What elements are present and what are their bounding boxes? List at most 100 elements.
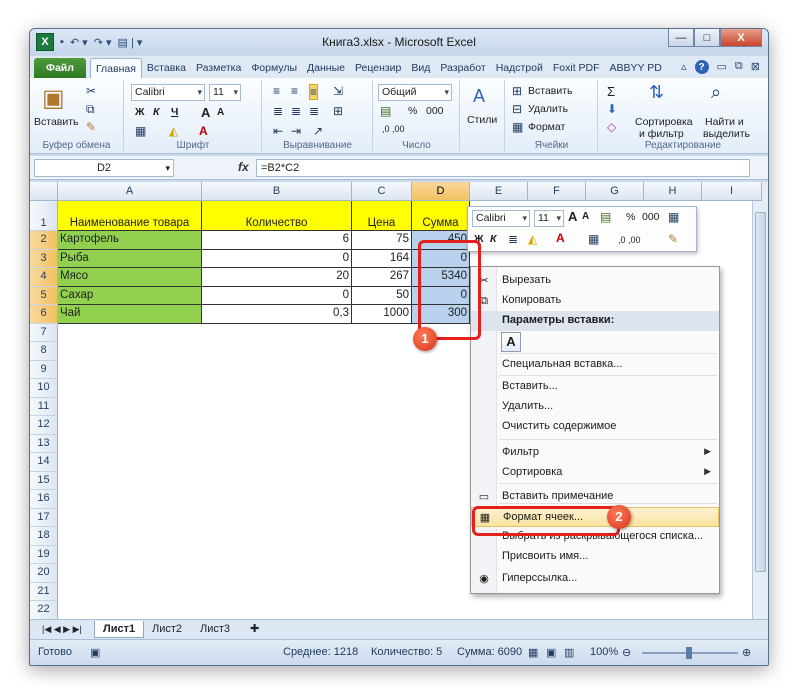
- context-menu-item-14[interactable]: ◉ Гиперссылка...: [471, 569, 719, 589]
- context-menu-item-10[interactable]: ▭ Вставить примечание: [471, 487, 719, 507]
- row-header-7[interactable]: 7: [30, 323, 58, 342]
- context-menu-item-9[interactable]: Сортировка ▶: [471, 463, 719, 483]
- cell-B1[interactable]: Количество: [202, 201, 352, 231]
- format-cells-icon[interactable]: ▦: [512, 120, 523, 134]
- formula-input[interactable]: =B2*C2: [256, 159, 750, 177]
- column-header-C[interactable]: C: [352, 182, 412, 201]
- mini-currency-icon[interactable]: ▤: [600, 210, 611, 224]
- align-center-icon[interactable]: ≣: [291, 104, 301, 118]
- find-select-label[interactable]: Найти и: [705, 116, 744, 128]
- mini-size-combo[interactable]: 11: [534, 210, 564, 227]
- close-button[interactable]: X: [720, 29, 762, 47]
- row-header-13[interactable]: 13: [30, 434, 58, 453]
- sort-filter-icon[interactable]: ⇅: [649, 82, 664, 103]
- mini-fill-color-icon[interactable]: ◭: [528, 232, 537, 246]
- column-header-I[interactable]: I: [702, 182, 762, 201]
- tab-review[interactable]: Рецензир: [350, 58, 406, 78]
- cell-A3[interactable]: Рыба: [58, 249, 202, 268]
- view-pagebreak-icon[interactable]: ▥: [564, 646, 574, 659]
- format-painter-icon[interactable]: ✎: [86, 120, 96, 134]
- context-menu-item-1[interactable]: ⧉ Копировать: [471, 291, 719, 311]
- shrink-font-button[interactable]: A: [217, 107, 224, 118]
- sort-filter-label[interactable]: Сортировка: [635, 116, 693, 128]
- find-select-icon[interactable]: ⌕: [711, 82, 721, 103]
- tab-page-layout[interactable]: Разметка: [191, 58, 246, 78]
- fill-color-icon[interactable]: ◭: [169, 124, 178, 138]
- zoom-slider-thumb[interactable]: [686, 647, 692, 659]
- context-menu-item-3[interactable]: A: [471, 331, 719, 353]
- cell-A2[interactable]: Картофель: [58, 231, 202, 250]
- cell-C3[interactable]: 164: [352, 249, 412, 268]
- row-header-10[interactable]: 10: [30, 379, 58, 398]
- tab-developer[interactable]: Разработ: [435, 58, 490, 78]
- zoom-in-icon[interactable]: ⊕: [742, 646, 751, 659]
- cell-B2[interactable]: 6: [202, 231, 352, 250]
- column-header-E[interactable]: E: [470, 182, 528, 201]
- percent-button[interactable]: %: [408, 105, 417, 117]
- row-header-3[interactable]: 3: [30, 249, 58, 268]
- align-bottom-icon[interactable]: ≡: [309, 84, 319, 100]
- scrollbar-thumb[interactable]: [755, 212, 766, 572]
- doc-minimize-icon[interactable]: ▭: [717, 60, 727, 74]
- mini-font-combo[interactable]: Calibri: [472, 210, 530, 227]
- row-header-6[interactable]: 6: [30, 305, 58, 324]
- decrease-indent-icon[interactable]: ⇤: [273, 124, 283, 138]
- mini-italic-button[interactable]: К: [490, 233, 496, 245]
- row-header-21[interactable]: 21: [30, 582, 58, 601]
- bold-button[interactable]: Ж: [135, 106, 145, 118]
- cell-A1[interactable]: Наименование товара: [58, 201, 202, 231]
- borders-icon[interactable]: ▦: [135, 124, 146, 138]
- vertical-scrollbar[interactable]: [752, 182, 768, 619]
- row-header-20[interactable]: 20: [30, 564, 58, 583]
- tab-abbyy-pdf[interactable]: ABBYY PD: [605, 58, 667, 78]
- font-color-icon[interactable]: A: [199, 124, 208, 138]
- tab-file[interactable]: Файл: [34, 58, 86, 78]
- autosum-button[interactable]: Σ: [607, 84, 615, 99]
- row-header-12[interactable]: 12: [30, 416, 58, 435]
- mini-align-center-icon[interactable]: ≣: [508, 232, 518, 246]
- insert-cells-icon[interactable]: ⊞: [512, 84, 522, 98]
- font-size-combo[interactable]: 11: [209, 84, 241, 101]
- row-header-11[interactable]: 11: [30, 397, 58, 416]
- cell-B4[interactable]: 20: [202, 268, 352, 287]
- view-normal-icon[interactable]: ▦: [528, 646, 538, 659]
- row-header-16[interactable]: 16: [30, 490, 58, 509]
- column-header-B[interactable]: B: [202, 182, 352, 201]
- row-header-15[interactable]: 15: [30, 471, 58, 490]
- tab-formulas[interactable]: Формулы: [246, 58, 302, 78]
- select-all-corner[interactable]: [30, 182, 58, 201]
- row-header-9[interactable]: 9: [30, 360, 58, 379]
- row-header-18[interactable]: 18: [30, 527, 58, 546]
- cell-D1[interactable]: Сумма: [412, 201, 470, 231]
- clear-icon[interactable]: ◇: [607, 120, 616, 134]
- view-layout-icon[interactable]: ▣: [546, 646, 556, 659]
- name-box[interactable]: D2: [34, 159, 174, 177]
- styles-button-label[interactable]: Стили: [467, 114, 497, 126]
- mini-shrink-font-button[interactable]: A: [582, 211, 589, 222]
- context-menu-item-6[interactable]: Удалить...: [471, 397, 719, 417]
- row-header-19[interactable]: 19: [30, 545, 58, 564]
- context-menu-item-13[interactable]: Присвоить имя...: [471, 547, 719, 567]
- sheet-tab-3[interactable]: Лист3: [192, 621, 238, 638]
- column-header-G[interactable]: G: [586, 182, 644, 201]
- format-cells-button[interactable]: Формат: [528, 121, 565, 133]
- cell-A5[interactable]: Сахар: [58, 286, 202, 305]
- collapse-ribbon-icon[interactable]: ▵: [681, 60, 687, 74]
- row-header-2[interactable]: 2: [30, 231, 58, 250]
- italic-button[interactable]: К: [153, 106, 159, 118]
- mini-format-painter-icon[interactable]: ✎: [668, 232, 678, 246]
- copy-icon[interactable]: ⧉: [86, 102, 95, 117]
- tab-data[interactable]: Данные: [302, 58, 350, 78]
- column-header-D[interactable]: D: [412, 182, 470, 201]
- sheet-nav-buttons[interactable]: |◀ ◀ ▶ ▶|: [34, 621, 90, 638]
- paste-button-label[interactable]: Вставить: [34, 116, 79, 128]
- fill-icon[interactable]: ⬇: [607, 102, 617, 116]
- cell-B6[interactable]: 0,3: [202, 305, 352, 324]
- row-header-1[interactable]: 1: [30, 201, 58, 231]
- underline-button[interactable]: Ч: [171, 106, 178, 118]
- cut-icon[interactable]: ✂: [86, 84, 96, 98]
- increase-indent-icon[interactable]: ⇥: [291, 124, 301, 138]
- sheet-tab-1[interactable]: Лист1: [94, 621, 145, 638]
- column-header-F[interactable]: F: [528, 182, 586, 201]
- zoom-out-icon[interactable]: ⊖: [622, 646, 631, 659]
